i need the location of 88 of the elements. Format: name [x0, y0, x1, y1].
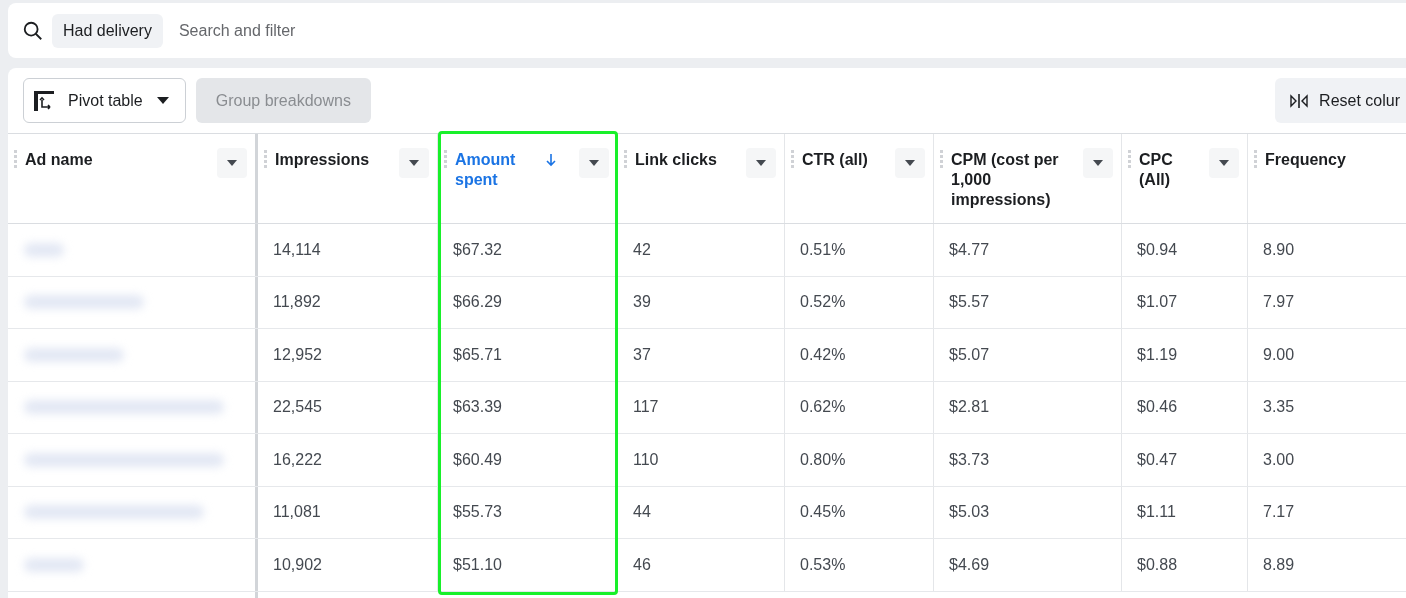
- table-cell: 110: [633, 450, 659, 469]
- table-cell: $4.69: [949, 555, 990, 574]
- search-icon: [22, 19, 44, 42]
- table-cell: 37: [633, 345, 651, 364]
- caret-icon: [156, 96, 169, 105]
- table-cell: $51.10: [453, 555, 502, 574]
- column-header[interactable]: Impressions: [275, 148, 391, 170]
- table-cell: 0.52%: [800, 293, 846, 312]
- table-cell: $0.46: [1137, 398, 1178, 417]
- drag-handle-icon[interactable]: [940, 150, 943, 170]
- table-cell: 11,081: [273, 503, 321, 522]
- pivot-icon: [34, 90, 54, 111]
- caret-icon: [905, 160, 915, 166]
- caret-icon: [409, 160, 419, 166]
- drag-handle-icon[interactable]: [444, 150, 447, 170]
- table-cell: 46: [633, 555, 651, 574]
- table-cell: $1.11: [1137, 503, 1176, 522]
- drag-handle-icon[interactable]: [14, 150, 17, 170]
- drag-handle-icon[interactable]: [1128, 150, 1131, 170]
- table-cell: 3.00: [1263, 450, 1295, 469]
- table-cell: 8.90: [1263, 240, 1295, 259]
- table-cell: 0.45%: [800, 503, 846, 522]
- table-cell: $3.73: [949, 450, 990, 469]
- table-cell: $67.32: [453, 240, 502, 259]
- table-cell: 0.42%: [800, 345, 846, 364]
- table-cell: 7.17: [1263, 503, 1295, 522]
- table-cell: 39: [633, 293, 651, 312]
- column-menu-button[interactable]: [1209, 148, 1239, 178]
- column-menu-button[interactable]: [895, 148, 925, 178]
- column-menu-button[interactable]: [399, 148, 429, 178]
- column-header[interactable]: Link clicks: [635, 148, 738, 170]
- table-cell: 22,545: [273, 398, 322, 417]
- drag-handle-icon[interactable]: [791, 150, 794, 170]
- table-cell: 16,222: [273, 450, 322, 469]
- sort-descending-icon: [545, 153, 557, 167]
- column-menu-button[interactable]: [1083, 148, 1113, 178]
- table-cell: $5.07: [949, 345, 990, 364]
- caret-icon: [756, 160, 766, 166]
- table-cell: $60.49: [453, 450, 502, 469]
- column-header[interactable]: Ad name: [25, 148, 209, 170]
- table-cell: 117: [633, 398, 659, 417]
- table-cell: 0.53%: [800, 555, 846, 574]
- table-cell: $0.88: [1137, 555, 1178, 574]
- table-cell: $66.29: [453, 293, 502, 312]
- table-cell: 0.80%: [800, 450, 846, 469]
- table-cell: $65.71: [453, 345, 502, 364]
- table-cell: $2.81: [949, 398, 990, 417]
- table-cell: $55.73: [453, 503, 502, 522]
- column-menu-button[interactable]: [746, 148, 776, 178]
- search-field[interactable]: Search and filter: [170, 15, 587, 46]
- column-header[interactable]: CPM (cost per 1,000 impressions): [951, 148, 1075, 210]
- column-header[interactable]: Amount spent: [455, 148, 537, 190]
- drag-handle-icon[interactable]: [264, 150, 267, 170]
- table-cell: $63.39: [453, 398, 502, 417]
- table-cell: $0.47: [1137, 450, 1178, 469]
- drag-handle-icon[interactable]: [624, 150, 627, 170]
- table-cell: $5.57: [949, 293, 990, 312]
- pivot-table-button[interactable]: Pivot table: [23, 78, 186, 123]
- table-cell: 0.62%: [800, 398, 846, 417]
- column-header[interactable]: CTR (all): [802, 148, 887, 170]
- table-cell: 14,114: [273, 240, 321, 259]
- drag-handle-icon[interactable]: [1254, 150, 1257, 170]
- caret-icon: [589, 160, 599, 166]
- table-cell: $1.19: [1137, 345, 1178, 364]
- filter-chip[interactable]: Had delivery: [52, 13, 163, 48]
- table-cell: 44: [633, 503, 651, 522]
- table-cell: 10,902: [273, 555, 322, 574]
- caret-icon: [1219, 160, 1229, 166]
- table-cell: 42: [633, 240, 651, 259]
- table-cell: 12,952: [273, 345, 322, 364]
- table-cell: $4.77: [949, 240, 990, 259]
- table-cell: 3.35: [1263, 398, 1295, 417]
- column-menu-button[interactable]: [579, 148, 609, 178]
- table-cell: $1.07: [1137, 293, 1178, 312]
- table-cell: 9.00: [1263, 345, 1295, 364]
- table-cell: 8.89: [1263, 555, 1295, 574]
- column-header[interactable]: CPC (All): [1139, 148, 1201, 190]
- caret-icon: [227, 160, 237, 166]
- table-cell: 0.51%: [800, 240, 846, 259]
- column-menu-button[interactable]: [217, 148, 247, 178]
- column-header[interactable]: Frequency: [1265, 148, 1406, 170]
- reset-columns-button[interactable]: Reset colur: [1275, 78, 1406, 123]
- table-cell: 7.97: [1263, 293, 1295, 312]
- table-cell: 11,892: [273, 293, 321, 312]
- column-resize-icon: [1289, 92, 1310, 109]
- caret-icon: [1093, 160, 1103, 166]
- table-cell: $5.03: [949, 503, 990, 522]
- table-cell: $0.94: [1137, 240, 1178, 259]
